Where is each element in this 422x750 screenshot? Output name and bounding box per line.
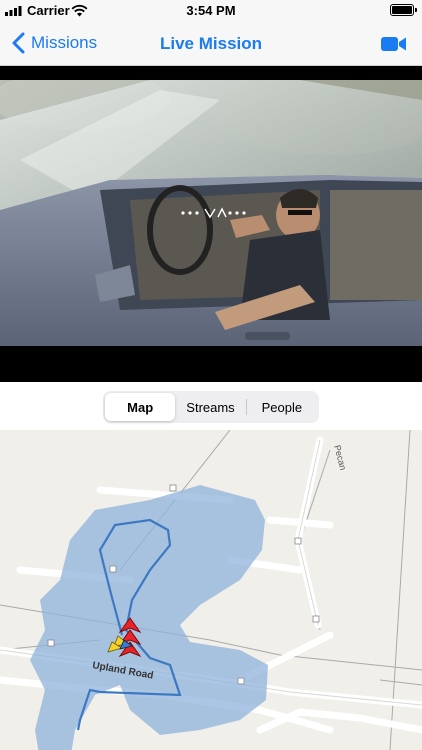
- segment-map[interactable]: Map: [105, 393, 176, 421]
- map-canvas: Upland Road Pecan: [0, 430, 422, 750]
- coverage-area: [30, 485, 268, 750]
- road-label-pecan: Pecan: [332, 444, 348, 471]
- video-frame: [0, 80, 422, 346]
- navigation-bar: Missions Live Mission: [0, 22, 422, 66]
- video-camera-icon[interactable]: [381, 35, 407, 53]
- status-bar: Carrier 3:54 PM: [0, 0, 422, 22]
- segment-streams[interactable]: Streams: [175, 393, 245, 421]
- status-time: 3:54 PM: [186, 3, 236, 18]
- page-title: Live Mission: [159, 34, 263, 53]
- live-video-stream[interactable]: [0, 66, 422, 382]
- mission-map[interactable]: Upland Road Pecan: [0, 430, 422, 750]
- segment-people[interactable]: People: [247, 393, 317, 421]
- battery-icon: [390, 4, 417, 16]
- view-segmented-control: Map Streams People: [103, 391, 319, 423]
